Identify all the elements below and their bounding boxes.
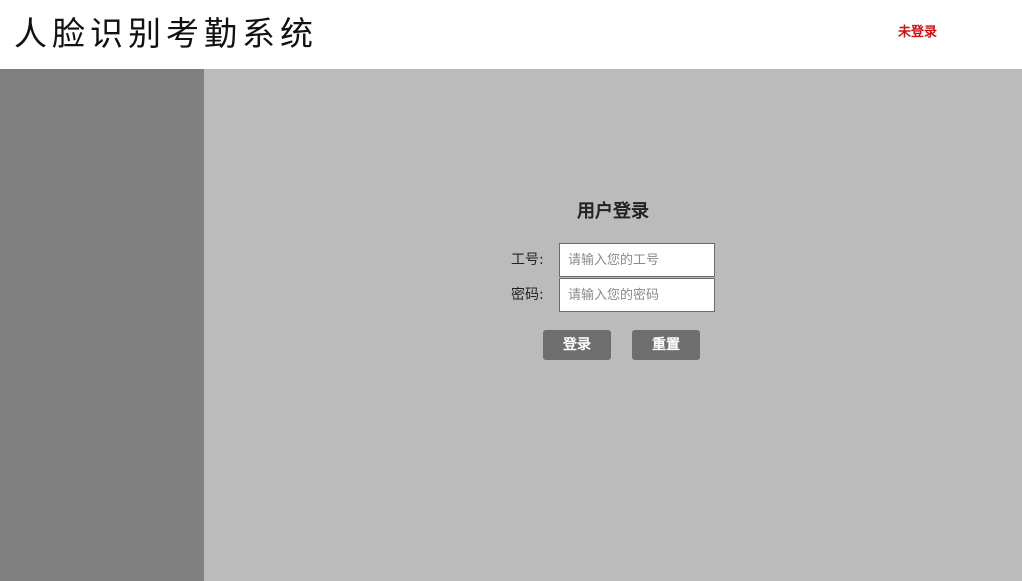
login-status-link[interactable]: 未登录 <box>898 24 937 42</box>
password-label: 密码: <box>511 287 544 303</box>
employee-id-label: 工号: <box>511 252 544 268</box>
password-input[interactable] <box>559 278 715 312</box>
top-header: 人脸识别考勤系统 未登录 <box>0 0 1022 69</box>
app-title: 人脸识别考勤系统 <box>14 14 318 53</box>
sidebar <box>0 69 204 581</box>
main-content <box>204 69 1022 581</box>
employee-id-input[interactable] <box>559 243 715 277</box>
reset-button[interactable]: 重置 <box>632 330 700 360</box>
login-button[interactable]: 登录 <box>543 330 611 360</box>
login-form-title: 用户登录 <box>577 201 649 222</box>
